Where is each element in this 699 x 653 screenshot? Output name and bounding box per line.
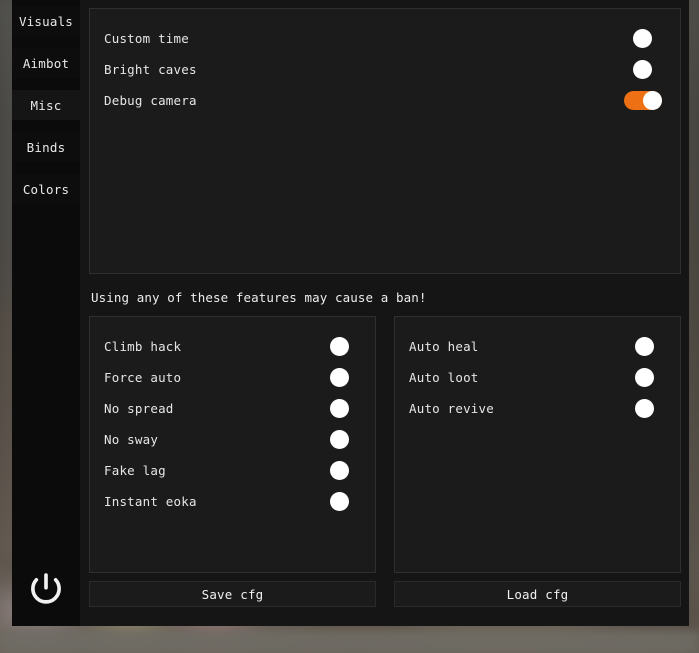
- option-label: Bright caves: [104, 62, 197, 77]
- power-button[interactable]: [12, 552, 80, 626]
- option-label: Debug camera: [104, 93, 197, 108]
- sidebar-item-misc[interactable]: Misc: [12, 90, 80, 120]
- toggle-knob: [330, 492, 349, 511]
- option-label: Force auto: [104, 370, 182, 385]
- toggle-knob: [330, 337, 349, 356]
- cheat-menu-window: Visuals Aimbot Misc Binds Colors Custom …: [12, 0, 689, 626]
- save-cfg-button[interactable]: Save cfg: [89, 581, 376, 607]
- option-label: Climb hack: [104, 339, 182, 354]
- option-label: Auto heal: [409, 339, 479, 354]
- toggle-knob: [643, 91, 662, 110]
- option-label: Auto revive: [409, 401, 494, 416]
- option-label: Auto loot: [409, 370, 479, 385]
- toggle-bright-caves[interactable]: [624, 60, 662, 79]
- option-row-climb-hack: Climb hack: [104, 331, 359, 362]
- automation-panel: Auto heal Auto loot Auto revive: [394, 316, 681, 573]
- option-row-auto-heal: Auto heal: [409, 331, 664, 362]
- toggle-knob: [633, 29, 652, 48]
- option-row-instant-eoka: Instant eoka: [104, 486, 359, 517]
- ban-warning-text: Using any of these features may cause a …: [91, 290, 427, 305]
- toggle-debug-camera[interactable]: [624, 91, 662, 110]
- power-icon: [27, 570, 65, 608]
- toggle-custom-time[interactable]: [624, 29, 662, 48]
- option-row-custom-time: Custom time: [104, 23, 662, 54]
- toggle-no-spread[interactable]: [321, 399, 359, 418]
- toggle-knob: [635, 368, 654, 387]
- sidebar-item-label: Colors: [22, 181, 70, 197]
- misc-options-panel: Custom time Bright caves Debug camera: [89, 8, 681, 274]
- toggle-climb-hack[interactable]: [321, 337, 359, 356]
- option-row-force-auto: Force auto: [104, 362, 359, 393]
- option-label: Instant eoka: [104, 494, 197, 509]
- option-row-debug-camera: Debug camera: [104, 85, 662, 116]
- sidebar-item-visuals[interactable]: Visuals: [12, 6, 80, 36]
- toggle-knob: [330, 399, 349, 418]
- toggle-knob: [330, 430, 349, 449]
- sidebar: Visuals Aimbot Misc Binds Colors: [12, 0, 80, 626]
- content-area: Custom time Bright caves Debug camera Us…: [80, 0, 689, 626]
- option-row-auto-revive: Auto revive: [409, 393, 664, 424]
- sidebar-item-label: Misc: [30, 97, 62, 113]
- option-row-no-sway: No sway: [104, 424, 359, 455]
- toggle-knob: [633, 60, 652, 79]
- sidebar-item-label: Visuals: [18, 13, 74, 29]
- sidebar-item-colors[interactable]: Colors: [12, 174, 80, 204]
- toggle-knob: [330, 461, 349, 480]
- toggle-knob: [635, 399, 654, 418]
- config-buttons: Save cfg Load cfg: [89, 581, 681, 607]
- risky-features-panel: Climb hack Force auto No spread No sway …: [89, 316, 376, 573]
- sidebar-item-label: Binds: [26, 139, 66, 155]
- toggle-knob: [635, 337, 654, 356]
- option-label: No spread: [104, 401, 174, 416]
- option-row-auto-loot: Auto loot: [409, 362, 664, 393]
- toggle-auto-heal[interactable]: [626, 337, 664, 356]
- load-cfg-button[interactable]: Load cfg: [394, 581, 681, 607]
- sidebar-item-binds[interactable]: Binds: [12, 132, 80, 162]
- sidebar-item-aimbot[interactable]: Aimbot: [12, 48, 80, 78]
- option-row-no-spread: No spread: [104, 393, 359, 424]
- toggle-instant-eoka[interactable]: [321, 492, 359, 511]
- toggle-fake-lag[interactable]: [321, 461, 359, 480]
- toggle-no-sway[interactable]: [321, 430, 359, 449]
- option-label: Custom time: [104, 31, 189, 46]
- toggle-auto-revive[interactable]: [626, 399, 664, 418]
- option-row-bright-caves: Bright caves: [104, 54, 662, 85]
- option-label: Fake lag: [104, 463, 166, 478]
- toggle-force-auto[interactable]: [321, 368, 359, 387]
- toggle-knob: [330, 368, 349, 387]
- option-row-fake-lag: Fake lag: [104, 455, 359, 486]
- option-label: No sway: [104, 432, 159, 447]
- bottom-panels: Climb hack Force auto No spread No sway …: [89, 316, 681, 573]
- toggle-auto-loot[interactable]: [626, 368, 664, 387]
- sidebar-item-label: Aimbot: [22, 55, 70, 71]
